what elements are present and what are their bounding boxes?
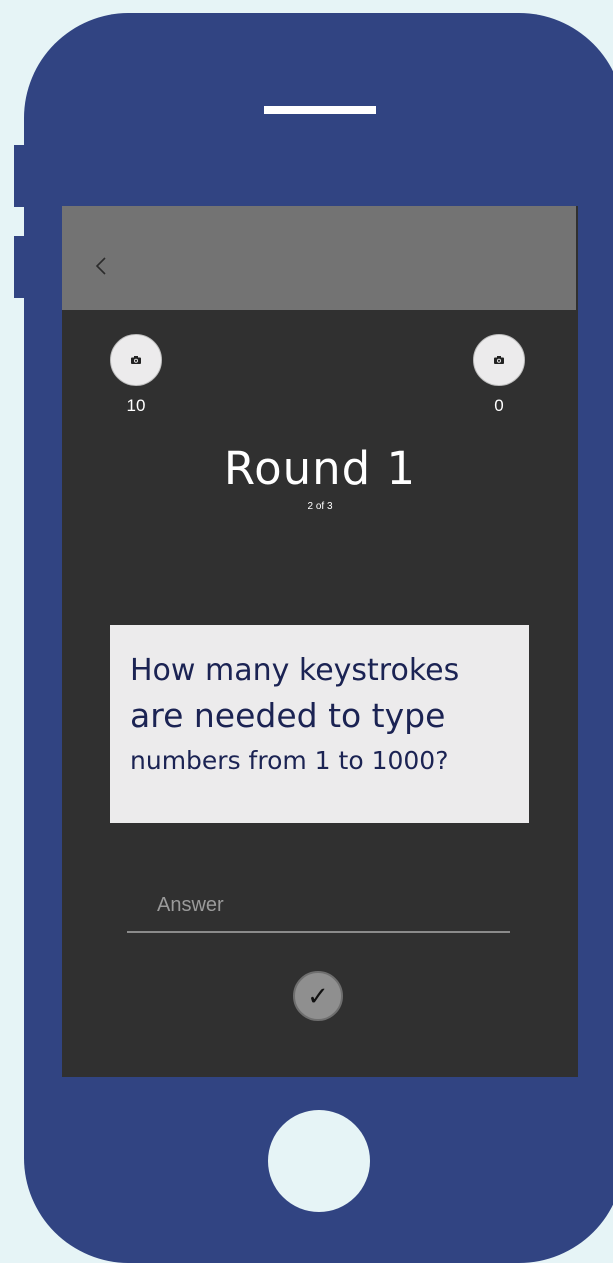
chevron-left-icon	[95, 257, 106, 275]
app-screen: 10 0 Round 1 2 of 3 How many keystrokes …	[62, 206, 578, 1077]
round-progress: 2 of 3	[307, 501, 333, 512]
submit-answer-button[interactable]: ✓	[293, 971, 343, 1021]
question-card: How many keystrokes are needed to type n…	[110, 625, 529, 823]
question-line-2: are needed to type	[130, 696, 446, 735]
top-bar	[62, 206, 576, 310]
speaker-grille	[264, 106, 376, 114]
camera-icon	[131, 356, 141, 364]
player-1-score: 10	[126, 396, 146, 415]
round-title: Round 1	[223, 442, 417, 495]
check-icon: ✓	[307, 980, 329, 1011]
player-2-avatar[interactable]	[473, 334, 525, 386]
camera-icon	[494, 356, 504, 364]
home-button[interactable]	[268, 1110, 370, 1212]
player-1-avatar[interactable]	[110, 334, 162, 386]
back-button[interactable]	[90, 254, 114, 278]
phone-frame: 10 0 Round 1 2 of 3 How many keystrokes …	[24, 13, 613, 1263]
question-line-1: How many keystrokes	[130, 653, 460, 688]
answer-input[interactable]	[127, 879, 510, 933]
question-line-3: numbers from 1 to 1000?	[130, 746, 449, 775]
player-2-score: 0	[494, 396, 504, 415]
